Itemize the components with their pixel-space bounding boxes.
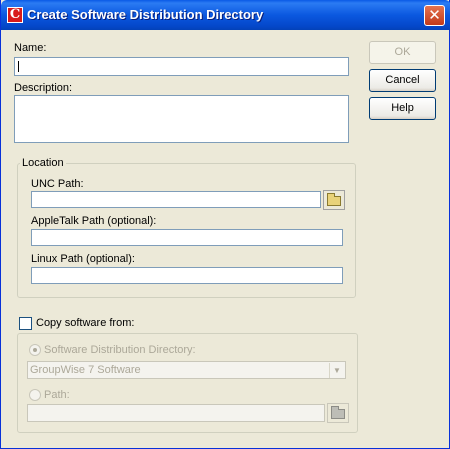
appletalk-path-field[interactable] — [31, 229, 343, 246]
ok-button[interactable]: OK — [369, 41, 436, 64]
path-radio-label: Path: — [44, 389, 70, 401]
chevron-down-icon[interactable]: ▼ — [329, 363, 344, 378]
copy-software-checkbox[interactable] — [19, 317, 32, 330]
radio-selected-dot — [33, 348, 37, 352]
folder-icon — [331, 406, 345, 419]
folder-icon — [327, 193, 341, 206]
close-button[interactable]: ✕ — [424, 5, 445, 26]
unc-browse-button[interactable] — [323, 190, 345, 210]
app-icon: C — [7, 7, 23, 23]
appletalk-path-label: AppleTalk Path (optional): — [31, 215, 157, 227]
cancel-button[interactable]: Cancel — [369, 69, 436, 92]
path-radio[interactable] — [29, 389, 41, 401]
dialog-window: C Create Software Distribution Directory… — [0, 0, 450, 449]
title-bar[interactable]: C Create Software Distribution Directory… — [1, 0, 450, 30]
name-label: Name: — [14, 42, 47, 54]
sdd-radio[interactable] — [29, 344, 41, 356]
copy-software-label: Copy software from: — [36, 317, 135, 329]
help-button[interactable]: Help — [369, 97, 436, 120]
copy-path-browse-button[interactable] — [327, 403, 349, 423]
window-title: Create Software Distribution Directory — [27, 7, 264, 22]
unc-path-label: UNC Path: — [31, 178, 84, 190]
sdd-radio-label: Software Distribution Directory: — [44, 344, 196, 356]
copy-path-field[interactable] — [27, 404, 325, 422]
sdd-select[interactable]: GroupWise 7 Software ▼ — [27, 361, 346, 379]
location-legend: Location — [20, 157, 66, 169]
sdd-select-value: GroupWise 7 Software — [30, 364, 141, 376]
description-field[interactable] — [14, 95, 349, 143]
description-label: Description: — [14, 82, 73, 94]
linux-path-field[interactable] — [31, 267, 343, 284]
linux-path-label: Linux Path (optional): — [31, 253, 135, 265]
text-caret — [18, 61, 19, 72]
unc-path-field[interactable] — [31, 191, 321, 208]
name-field[interactable] — [14, 57, 349, 76]
